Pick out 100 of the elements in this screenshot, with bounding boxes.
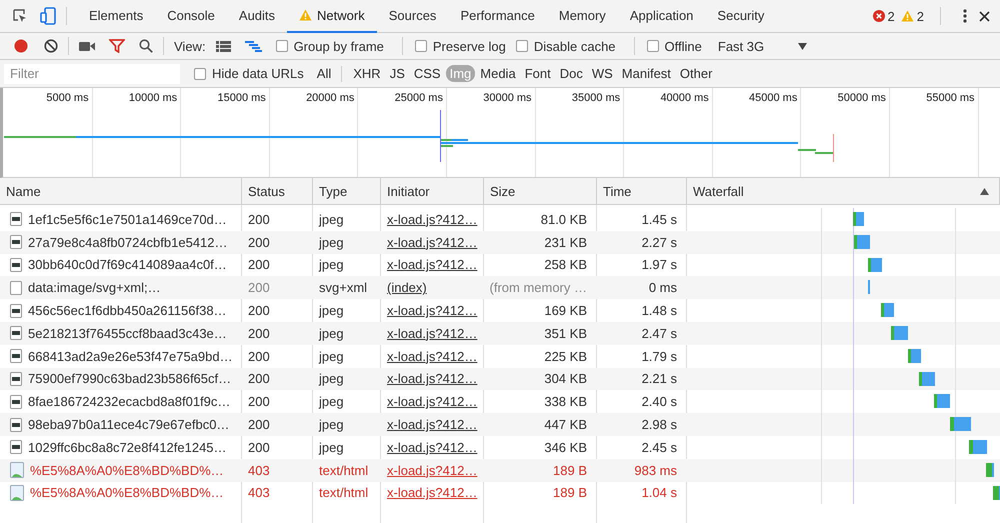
time-tick-label: 25000 ms xyxy=(394,91,444,104)
size-cell: 169 KB xyxy=(544,303,587,318)
panel-tab[interactable]: Sources xyxy=(376,0,448,32)
request-name[interactable]: 456c56ec1f6dbb450a261156f38… xyxy=(28,303,227,318)
request-name[interactable]: 1ef1c5e5f6c1e7501a1469ce70d… xyxy=(28,212,227,227)
resource-type-filter[interactable]: Font xyxy=(520,65,555,82)
resource-type-filter[interactable]: Other xyxy=(676,65,716,82)
size-cell: 351 KB xyxy=(544,326,587,341)
column-header[interactable]: Waterfall xyxy=(693,184,744,198)
initiator-link[interactable]: x-load.js?412… xyxy=(387,394,478,410)
request-name[interactable]: 98eba97b0a11ece4c79e67efbc0… xyxy=(28,417,230,432)
throttling-dropdown[interactable]: Fast 3G xyxy=(718,38,808,54)
time-cell: 1.45 s xyxy=(642,212,677,227)
panel-tab[interactable]: Audits xyxy=(226,0,288,32)
option-checkbox[interactable]: Group by frame xyxy=(276,38,384,54)
image-file-icon xyxy=(10,418,22,432)
option-checkbox[interactable]: Disable cache xyxy=(516,38,616,54)
request-name[interactable]: %E5%8A%A0%E8%BD%BD%… xyxy=(30,485,224,500)
filter-icon[interactable] xyxy=(109,39,125,53)
request-name[interactable]: 1029ffc6bc8a8c72e8f412fe1245… xyxy=(28,440,227,455)
resource-type-filter[interactable]: WS xyxy=(588,65,617,82)
option-checkbox[interactable]: Preserve log xyxy=(414,38,506,54)
column-header[interactable]: Time xyxy=(603,184,632,198)
resource-type-filter[interactable]: CSS xyxy=(410,65,445,82)
error-icon xyxy=(872,10,885,22)
size-cell: 447 KB xyxy=(544,417,587,432)
waterfall-view-icon[interactable] xyxy=(244,40,262,52)
panel-tab[interactable]: Performance xyxy=(448,0,547,32)
panel-tab[interactable]: Application xyxy=(618,0,706,32)
initiator-link[interactable]: x-load.js?412… xyxy=(387,212,478,227)
initiator-link[interactable]: x-load.js?412… xyxy=(387,417,478,432)
status-cell: 200 xyxy=(248,303,270,318)
time-cell: 2.21 s xyxy=(642,371,677,386)
waterfall-bar xyxy=(919,372,935,386)
close-icon[interactable] xyxy=(979,10,990,22)
panel-tab[interactable]: Security xyxy=(705,0,776,32)
resource-type-filter[interactable]: Media xyxy=(476,65,520,82)
column-header[interactable]: Name xyxy=(6,184,41,198)
request-name[interactable]: 5e218213f76455ccf8baad3c43e… xyxy=(28,326,227,341)
initiator-link[interactable]: x-load.js?412… xyxy=(387,348,478,364)
size-cell: 231 KB xyxy=(544,234,587,250)
panel-tab[interactable]: Console xyxy=(155,0,227,32)
initiator-link[interactable]: x-load.js?412… xyxy=(387,462,478,478)
video-camera-icon[interactable] xyxy=(79,40,95,52)
sort-ascending-icon[interactable] xyxy=(980,188,989,194)
clear-icon[interactable] xyxy=(44,39,58,53)
column-header[interactable]: Size xyxy=(490,184,516,198)
request-name[interactable]: 27a79e8c4a8fb0724cbfb1e5412… xyxy=(28,234,228,250)
time-cell: 983 ms xyxy=(634,462,677,478)
request-name[interactable]: 30bb640c0d7f69c414089aa4c0f… xyxy=(28,257,227,272)
waterfall-bar xyxy=(868,258,882,272)
time-cell: 2.98 s xyxy=(642,417,677,432)
column-header[interactable]: Status xyxy=(248,184,285,198)
panel-tab[interactable]: Memory xyxy=(546,0,618,32)
resource-type-filter[interactable]: Doc xyxy=(556,65,587,82)
column-header[interactable]: Type xyxy=(319,184,348,198)
image-file-icon xyxy=(10,440,22,454)
device-toolbar-icon[interactable] xyxy=(40,7,56,25)
type-cell: jpeg xyxy=(319,348,344,364)
initiator-link[interactable]: (index) xyxy=(387,280,427,296)
time-cell: 2.47 s xyxy=(642,326,677,341)
initiator-link[interactable]: x-load.js?412… xyxy=(387,257,478,272)
resource-type-filter[interactable]: Manifest xyxy=(618,65,675,82)
type-cell: jpeg xyxy=(319,303,344,318)
type-cell: jpeg xyxy=(319,440,344,455)
option-checkbox[interactable]: Offline xyxy=(646,38,702,54)
size-cell: 189 B xyxy=(553,462,587,478)
request-name[interactable]: 8fae186724232ecacbd8a8f01f9c… xyxy=(28,394,230,410)
resource-type-filter[interactable]: All xyxy=(312,65,336,82)
initiator-link[interactable]: x-load.js?412… xyxy=(387,371,478,386)
resource-type-filter[interactable]: XHR xyxy=(349,65,385,82)
inspect-element-icon[interactable] xyxy=(12,8,28,24)
resource-type-filter[interactable]: JS xyxy=(386,65,409,82)
initiator-link[interactable]: x-load.js?412… xyxy=(387,485,478,500)
initiator-link[interactable]: x-load.js?412… xyxy=(387,234,478,250)
search-icon[interactable] xyxy=(139,39,153,53)
initiator-link[interactable]: x-load.js?412… xyxy=(387,326,478,341)
type-cell: text/html xyxy=(319,462,368,478)
image-file-icon xyxy=(10,372,22,386)
time-cell: 2.27 s xyxy=(642,234,677,250)
hide-data-urls-checkbox[interactable]: Hide data URLs xyxy=(194,66,304,81)
type-cell: text/html xyxy=(319,485,368,500)
request-name[interactable]: data:image/svg+xml;… xyxy=(28,280,161,296)
time-tick-label: 30000 ms xyxy=(483,91,533,104)
panel-tab[interactable]: Elements xyxy=(77,0,156,32)
request-name[interactable]: 75900ef7990c63bad23b586f65cf… xyxy=(28,371,232,386)
request-name[interactable]: %E5%8A%A0%E8%BD%BD%… xyxy=(30,462,224,478)
request-name[interactable]: 668413ad2a9e26e53f47e75a9bd… xyxy=(28,348,233,364)
time-cell: 2.40 s xyxy=(642,394,677,410)
initiator-link[interactable]: x-load.js?412… xyxy=(387,303,478,318)
status-cell: 403 xyxy=(248,462,270,478)
more-options-icon[interactable] xyxy=(963,9,967,23)
column-header[interactable]: Initiator xyxy=(387,184,430,198)
filter-field[interactable]: Filter xyxy=(4,64,180,84)
waterfall-bar xyxy=(950,417,971,432)
list-view-icon[interactable] xyxy=(216,40,231,52)
record-button[interactable] xyxy=(14,39,28,53)
waterfall-bar xyxy=(854,234,870,249)
status-cell: 200 xyxy=(248,257,270,272)
initiator-link[interactable]: x-load.js?412… xyxy=(387,440,478,455)
